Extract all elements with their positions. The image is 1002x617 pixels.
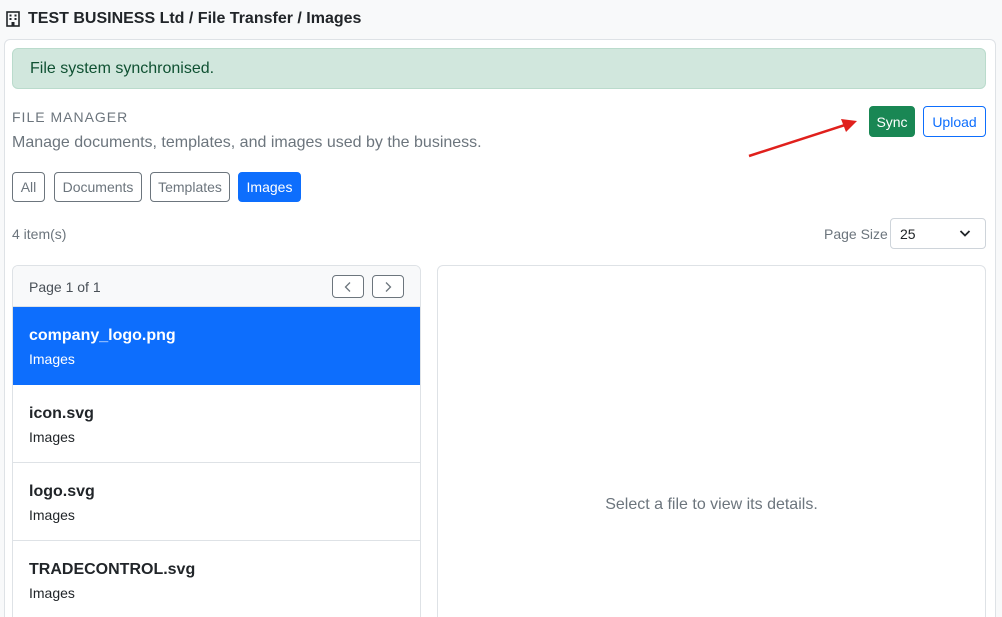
file-list-item[interactable]: icon.svg Images (13, 385, 420, 463)
filter-all[interactable]: All (12, 172, 45, 202)
detail-placeholder: Select a file to view its details. (605, 496, 818, 513)
building-icon (6, 11, 20, 27)
next-page-button[interactable] (372, 275, 404, 298)
upload-button[interactable]: Upload (923, 106, 986, 137)
breadcrumb-bar: TEST BUSINESS Ltd / File Transfer / Imag… (0, 0, 1002, 38)
file-category: Images (29, 351, 75, 367)
chevron-left-icon (344, 281, 351, 292)
sync-success-alert: File system synchronised. (12, 48, 986, 89)
page-label: Page 1 of 1 (29, 279, 101, 295)
file-list-item[interactable]: company_logo.png Images (13, 307, 420, 385)
items-count: 4 item(s) (12, 226, 67, 242)
sync-button[interactable]: Sync (869, 106, 915, 137)
file-category: Images (29, 429, 75, 445)
chevron-down-icon (959, 230, 971, 237)
file-category: Images (29, 585, 75, 601)
alert-text: File system synchronised. (30, 59, 215, 77)
section-title: FILE MANAGER (12, 109, 129, 125)
filter-templates[interactable]: Templates (150, 172, 230, 202)
page-size-value: 25 (900, 225, 916, 242)
file-name: icon.svg (29, 405, 94, 422)
file-name: company_logo.png (29, 327, 176, 344)
file-list-item[interactable]: TRADECONTROL.svg Images (13, 541, 420, 617)
file-list-item[interactable]: logo.svg Images (13, 463, 420, 541)
section-description: Manage documents, templates, and images … (12, 134, 482, 151)
breadcrumb: TEST BUSINESS Ltd / File Transfer / Imag… (28, 10, 362, 27)
filter-images[interactable]: Images (238, 172, 301, 202)
file-detail-panel: Select a file to view its details. (437, 265, 986, 617)
chevron-right-icon (385, 281, 392, 292)
page-size-label: Page Size (824, 226, 888, 242)
file-list-panel: Page 1 of 1 company_logo.png Images icon… (12, 265, 421, 617)
filter-documents[interactable]: Documents (54, 172, 142, 202)
file-name: TRADECONTROL.svg (29, 561, 196, 578)
previous-page-button[interactable] (332, 275, 364, 298)
annotation-arrow-icon (748, 119, 857, 158)
file-name: logo.svg (29, 483, 95, 500)
pagination-header: Page 1 of 1 (13, 266, 420, 307)
file-category: Images (29, 507, 75, 523)
page-size-select[interactable]: 25 (890, 218, 986, 249)
